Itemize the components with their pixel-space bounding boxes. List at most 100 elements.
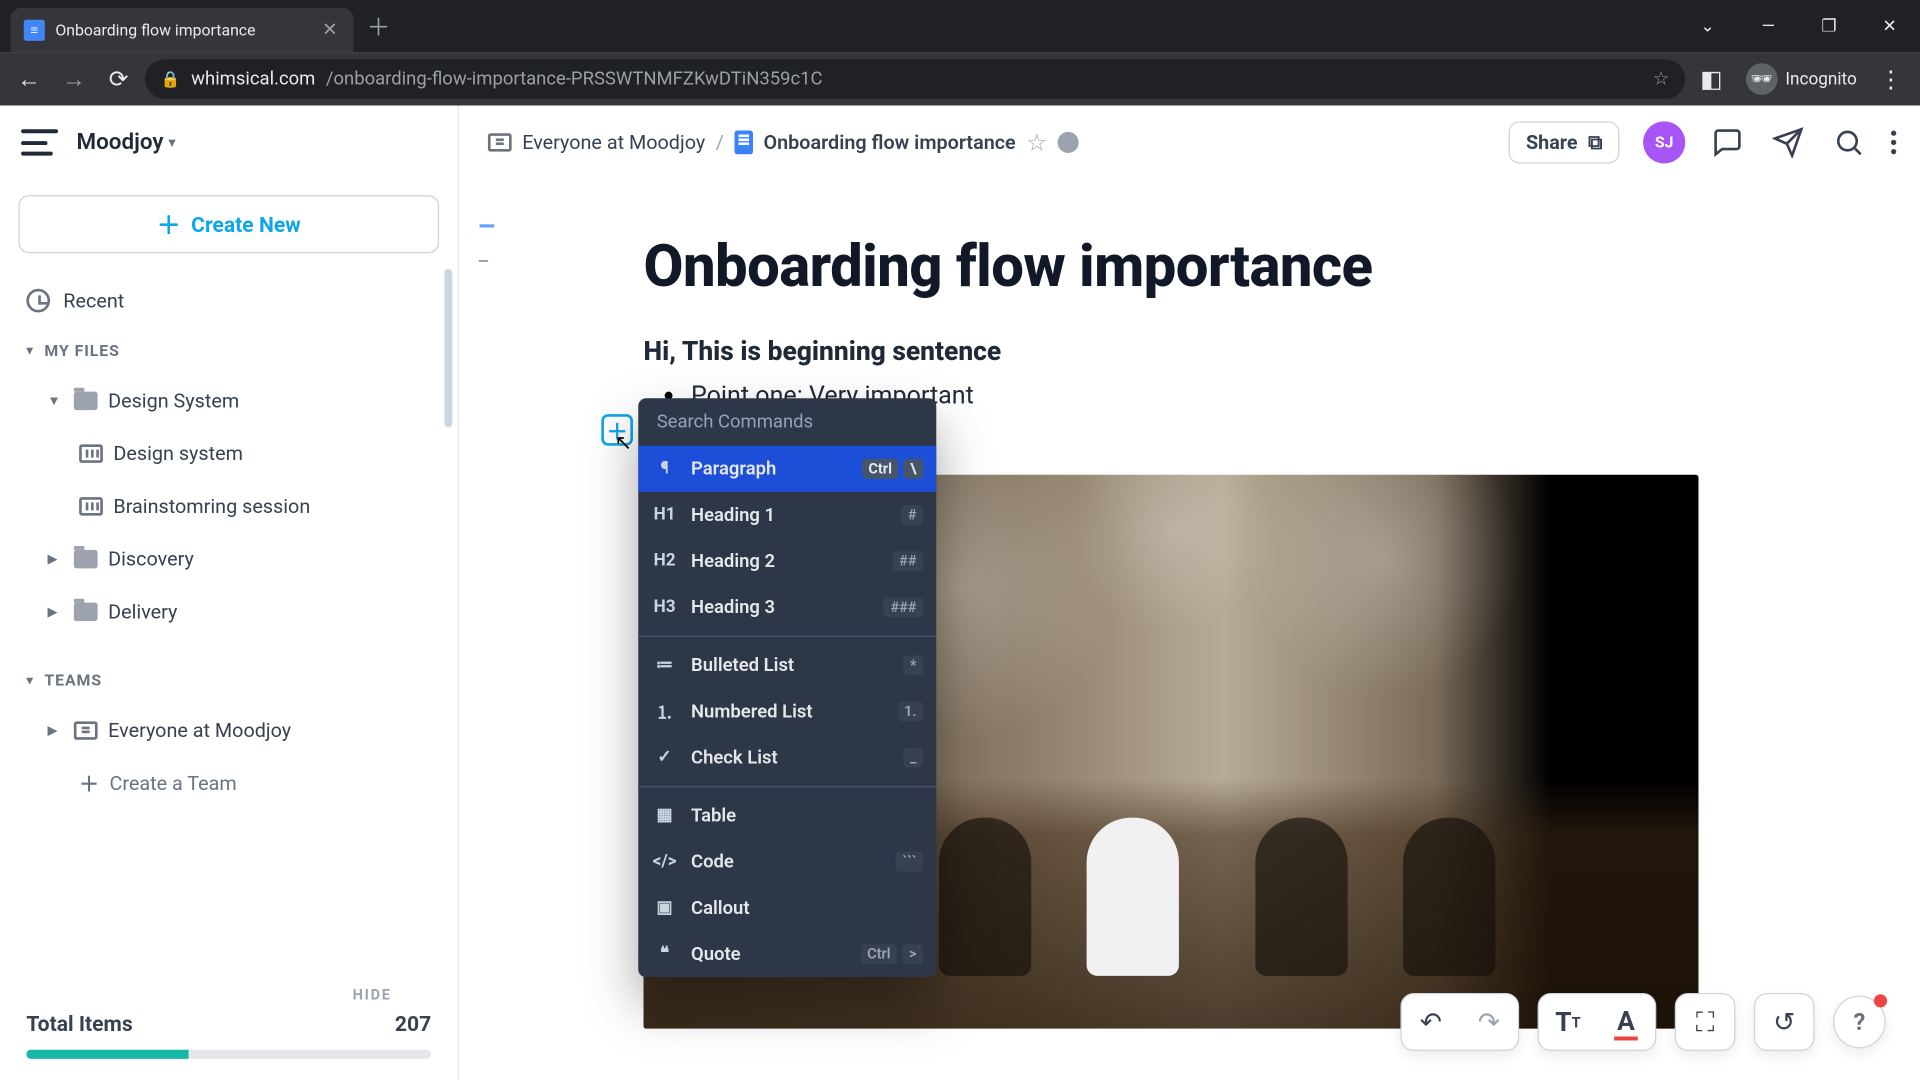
command-item-label: Table bbox=[691, 805, 736, 826]
create-new-label: Create New bbox=[191, 212, 301, 237]
doc-title[interactable]: Onboarding flow importance bbox=[644, 232, 1920, 301]
outline-marker[interactable]: – bbox=[477, 222, 495, 235]
section-my-files[interactable]: ▼ MY FILES bbox=[0, 327, 458, 374]
breadcrumb-team[interactable]: Everyone at Moodjoy bbox=[522, 131, 705, 155]
doc-header: Everyone at Moodjoy / Onboarding flow im… bbox=[459, 105, 1920, 179]
command-item-heading-1[interactable]: H1Heading 1# bbox=[638, 492, 936, 538]
command-item-bulleted-list[interactable]: ≔Bulleted List* bbox=[638, 642, 936, 688]
sidebar: Moodjoy ▾ ＋ Create New Recent ▼ MY FILES… bbox=[0, 105, 459, 1080]
window-controls: ⌄ ― ❐ ✕ bbox=[1677, 0, 1920, 53]
forward-button: → bbox=[55, 61, 92, 98]
tab-title: Onboarding flow importance bbox=[55, 21, 309, 39]
bookmark-star-icon[interactable]: ☆ bbox=[1653, 69, 1670, 90]
menu-toggle-icon[interactable] bbox=[21, 129, 58, 155]
folder-label: Discovery bbox=[108, 547, 194, 571]
section-my-files-label: MY FILES bbox=[44, 342, 119, 360]
outline-marker[interactable]: – bbox=[477, 256, 495, 269]
create-new-button[interactable]: ＋ Create New bbox=[18, 195, 439, 253]
close-window-icon[interactable]: ✕ bbox=[1859, 0, 1920, 53]
tab-search-icon[interactable]: ⌄ bbox=[1677, 0, 1738, 53]
command-type-icon: H1 bbox=[651, 505, 677, 525]
browser-tab[interactable]: ≡ Onboarding flow importance ✕ bbox=[11, 8, 354, 53]
command-type-icon: ¶ bbox=[651, 459, 677, 479]
reload-button[interactable]: ⟳ bbox=[100, 61, 137, 98]
minimize-icon[interactable]: ― bbox=[1738, 0, 1799, 53]
cursor-icon: ↖ bbox=[615, 430, 633, 455]
command-item-label: Numbered List bbox=[691, 701, 813, 722]
comments-icon[interactable] bbox=[1709, 124, 1746, 161]
status-dot-icon[interactable] bbox=[1058, 132, 1079, 153]
sidebar-file-design-system[interactable]: Design system bbox=[0, 427, 458, 480]
search-icon[interactable] bbox=[1830, 124, 1867, 161]
version-history-button[interactable]: ↺ bbox=[1755, 993, 1813, 1051]
folder-label: Design System bbox=[108, 389, 239, 413]
triangle-right-icon[interactable]: ▶ bbox=[47, 552, 63, 567]
share-label: Share bbox=[1526, 131, 1578, 155]
sidebar-file-brainstorming[interactable]: Brainstomring session bbox=[0, 480, 458, 533]
send-icon[interactable] bbox=[1770, 124, 1807, 161]
command-search-input[interactable] bbox=[657, 411, 918, 432]
doc-heading[interactable]: Hi, This is beginning sentence bbox=[644, 335, 1920, 367]
address-bar[interactable]: 🔒 whimsical.com/onboarding-flow-importan… bbox=[145, 59, 1685, 99]
command-item-table[interactable]: ▦Table bbox=[638, 793, 936, 839]
back-button[interactable]: ← bbox=[11, 61, 48, 98]
favorite-star-icon[interactable]: ☆ bbox=[1026, 129, 1047, 157]
command-item-heading-3[interactable]: H3Heading 3### bbox=[638, 584, 936, 630]
team-label: Everyone at Moodjoy bbox=[108, 719, 291, 743]
lock-icon: 🔒 bbox=[161, 70, 181, 88]
browser-menu-icon[interactable]: ⋮ bbox=[1873, 61, 1910, 98]
sidebar-recent[interactable]: Recent bbox=[0, 274, 458, 327]
new-tab-button[interactable]: ＋ bbox=[353, 9, 403, 43]
notification-dot-icon bbox=[1874, 994, 1887, 1007]
triangle-right-icon[interactable]: ▶ bbox=[47, 605, 63, 620]
command-item-label: Heading 1 bbox=[691, 504, 775, 525]
history-group: ↺ bbox=[1754, 993, 1815, 1051]
command-item-label: Heading 3 bbox=[691, 597, 775, 618]
sidebar-folder-design-system[interactable]: ▼ Design System bbox=[0, 375, 458, 428]
sidebar-folder-discovery[interactable]: ▶ Discovery bbox=[0, 533, 458, 586]
focus-mode-button[interactable]: ⛶ bbox=[1676, 993, 1734, 1051]
clock-icon bbox=[26, 289, 50, 313]
sidebar-folder-delivery[interactable]: ▶ Delivery bbox=[0, 586, 458, 639]
command-item-paragraph[interactable]: ¶ParagraphCtrl\ bbox=[638, 446, 936, 492]
sidebar-scrollbar[interactable] bbox=[444, 269, 452, 973]
hide-sidebar-button[interactable]: HIDE bbox=[26, 986, 431, 1011]
command-item-quote[interactable]: ❝QuoteCtrl> bbox=[638, 931, 936, 977]
help-button[interactable]: ? bbox=[1833, 996, 1886, 1049]
breadcrumb-doc[interactable]: Onboarding flow importance bbox=[763, 131, 1015, 155]
close-tab-icon[interactable]: ✕ bbox=[319, 17, 340, 43]
command-item-code[interactable]: </>Code``` bbox=[638, 839, 936, 885]
total-items-label: Total Items bbox=[26, 1011, 132, 1036]
text-color-button[interactable]: A bbox=[1597, 993, 1655, 1051]
command-item-check-list[interactable]: ✓Check List_ bbox=[638, 735, 936, 781]
workspace-switcher[interactable]: Moodjoy ▾ bbox=[76, 129, 175, 155]
sidebar-team-everyone[interactable]: ▶ Everyone at Moodjoy bbox=[0, 704, 458, 757]
url-path: /onboarding-flow-importance-PRSSWTNMFZKw… bbox=[326, 69, 823, 90]
document-area: Everyone at Moodjoy / Onboarding flow im… bbox=[459, 105, 1920, 1080]
share-button[interactable]: Share ⧉ bbox=[1509, 121, 1620, 163]
more-menu-icon[interactable] bbox=[1891, 131, 1896, 155]
text-size-button[interactable]: TT bbox=[1539, 993, 1597, 1051]
outline-gutter[interactable]: – – bbox=[477, 222, 495, 269]
file-label: Design system bbox=[113, 442, 243, 466]
incognito-chip[interactable]: 🕶 Incognito bbox=[1738, 63, 1865, 95]
section-teams[interactable]: ▼ TEAMS bbox=[0, 657, 458, 704]
create-team-button[interactable]: ＋ Create a Team bbox=[0, 757, 458, 810]
extensions-icon[interactable]: ◧ bbox=[1693, 61, 1730, 98]
avatar[interactable]: SJ bbox=[1643, 121, 1685, 163]
command-shortcut: ``` bbox=[896, 852, 923, 872]
command-item-callout[interactable]: ▣Callout bbox=[638, 885, 936, 931]
command-item-label: Heading 2 bbox=[691, 551, 775, 572]
command-item-label: Bulleted List bbox=[691, 655, 794, 676]
command-item-numbered-list[interactable]: ⒈Numbered List1. bbox=[638, 688, 936, 734]
maximize-icon[interactable]: ❐ bbox=[1799, 0, 1860, 53]
triangle-down-icon[interactable]: ▼ bbox=[47, 394, 63, 409]
team-icon bbox=[74, 721, 98, 739]
command-item-heading-2[interactable]: H2Heading 2## bbox=[638, 538, 936, 584]
undo-button[interactable]: ↶ bbox=[1402, 993, 1460, 1051]
triangle-right-icon[interactable]: ▶ bbox=[47, 723, 63, 738]
total-items-value: 207 bbox=[395, 1011, 431, 1036]
redo-button[interactable]: ↷ bbox=[1460, 993, 1518, 1051]
command-type-icon: ▣ bbox=[651, 898, 677, 918]
command-type-icon: H2 bbox=[651, 551, 677, 571]
